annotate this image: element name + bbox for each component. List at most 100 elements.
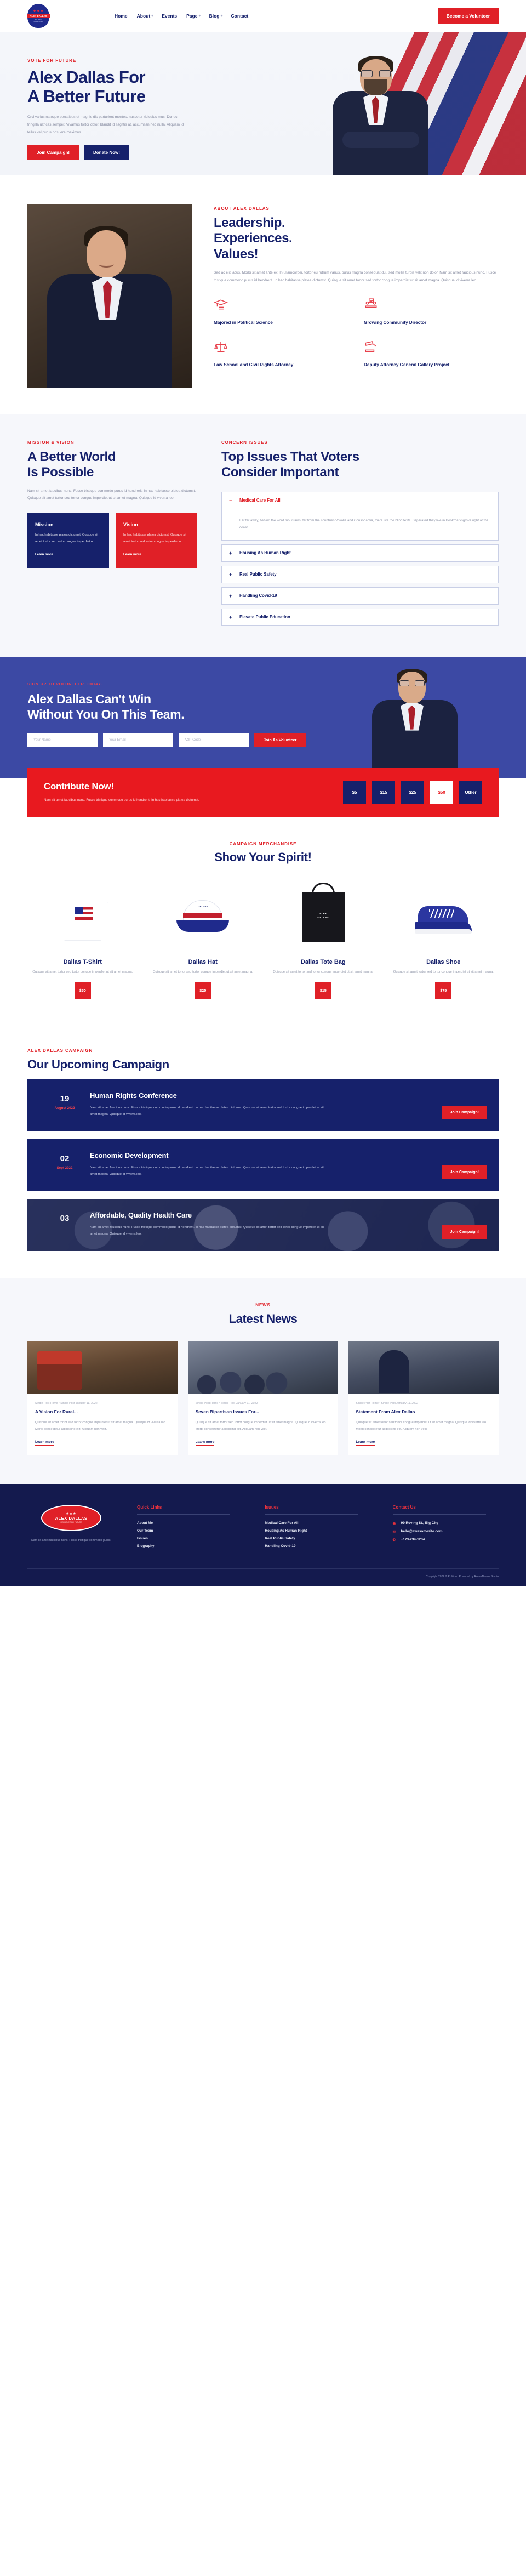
- phone-icon: ✆: [392, 1538, 396, 1542]
- donation-amount-other[interactable]: Other: [459, 781, 482, 804]
- event-date: 03: [39, 1211, 90, 1226]
- product-card[interactable]: Dallas Shoe Quisque sit amet tortor sed …: [388, 881, 499, 999]
- contribute-description: Nam sit amet faucibus nunc. Fusce tristi…: [44, 799, 199, 803]
- footer-link-our-team[interactable]: Our Team: [137, 1529, 243, 1533]
- qualification-item: Law School and Civil Rights Attorney: [214, 340, 348, 369]
- events-eyebrow: ALEX DALLAS CAMPAIGN: [27, 1048, 93, 1053]
- mission-card: Mission In hac habitasse platea dictumst…: [27, 513, 109, 568]
- event-join-campaign-button[interactable]: Join Campaign!: [442, 1225, 487, 1239]
- events-section: ALEX DALLAS CAMPAIGN Our Upcoming Campai…: [0, 1026, 526, 1278]
- product-description: Quisque sit amet tortor sed tortor congu…: [273, 970, 374, 974]
- news-card[interactable]: Single Post Home • Single Post January 1…: [27, 1341, 178, 1455]
- hero-eyebrow: VOTE FOR FUTURE: [27, 58, 77, 63]
- plus-icon: +: [229, 571, 232, 577]
- donate-now-button[interactable]: Donate Now!: [84, 145, 129, 160]
- nav-item-blog[interactable]: Blog +: [209, 13, 223, 19]
- footer-logo[interactable]: ★★★ ALEX DALLAS RELIABLE FOR FUTURE: [41, 1504, 101, 1531]
- product-card[interactable]: DALLAS Dallas Hat Quisque sit amet torto…: [148, 881, 259, 999]
- logo-name: ALEX DALLAS: [27, 14, 50, 19]
- nav-item-page[interactable]: Page +: [186, 13, 201, 19]
- news-learn-more-link[interactable]: Learn more: [195, 1440, 215, 1446]
- product-price-button[interactable]: $50: [74, 982, 91, 999]
- accordion-item-covid: + Handling Covid-19: [221, 587, 499, 605]
- news-learn-more-link[interactable]: Learn more: [356, 1440, 375, 1446]
- event-date: 19 August 2022: [39, 1091, 90, 1110]
- site-logo[interactable]: ★★★ ALEX DALLAS RELIABLE FOR FUTURE: [27, 4, 52, 28]
- nav-item-contact[interactable]: Contact: [231, 13, 250, 19]
- news-headline: Statement From Alex Dallas: [356, 1409, 415, 1414]
- accordion-item-education: + Elevate Public Education: [221, 608, 499, 626]
- news-card[interactable]: Single Post Home • Single Post January 1…: [187, 1341, 339, 1455]
- donation-amount-options: $5 $15 $25 $50 Other: [343, 781, 482, 804]
- donation-amount-25[interactable]: $25: [401, 781, 424, 804]
- footer-link-housing[interactable]: Housing As Human Right: [265, 1529, 370, 1533]
- footer-link-about-me[interactable]: About Me: [137, 1521, 243, 1525]
- donation-amount-15[interactable]: $15: [372, 781, 395, 804]
- mission-description: Nam sit amet faucibus nunc. Fusce tristi…: [27, 488, 196, 501]
- accordion-header[interactable]: − Medical Care For All: [222, 492, 498, 509]
- footer-address[interactable]: ◉ 99 Roving St., Big City: [393, 1521, 499, 1526]
- news-headline: A Vision For Rural...: [35, 1409, 78, 1414]
- join-as-volunteer-button[interactable]: Join As Volunteer: [254, 732, 306, 747]
- scales-of-justice-icon: [214, 342, 227, 352]
- qualification-label: Growing Community Director: [364, 320, 427, 326]
- vision-card-title: Vision: [123, 521, 138, 527]
- footer-email[interactable]: ✉ hello@awesomesite.com: [393, 1529, 499, 1534]
- tshirt-icon: [57, 893, 108, 941]
- qualification-label: Deputy Attorney General Gallery Project: [364, 362, 450, 367]
- nav-item-home[interactable]: Home: [115, 13, 129, 19]
- become-volunteer-button[interactable]: Become a Volunteer: [437, 8, 499, 24]
- accordion-header[interactable]: + Elevate Public Education: [222, 609, 498, 625]
- accordion-title: Medical Care For All: [239, 498, 281, 503]
- nav-item-events[interactable]: Events: [162, 13, 178, 19]
- cap-icon: DALLAS: [176, 900, 230, 934]
- footer-link-biography[interactable]: Biography: [137, 1544, 243, 1548]
- news-card[interactable]: Single Post Home • Single Post January 1…: [348, 1341, 499, 1455]
- accordion-header[interactable]: + Handling Covid-19: [222, 588, 498, 604]
- event-join-campaign-button[interactable]: Join Campaign!: [442, 1165, 487, 1179]
- qualifications-list: Majored in Political Science Growing Com…: [214, 298, 499, 368]
- about-title: Leadership. Experiences. Values!: [214, 215, 499, 262]
- footer-address-text: 99 Roving St., Big City: [401, 1521, 438, 1526]
- nav-item-about[interactable]: About +: [137, 13, 154, 19]
- footer-link-covid[interactable]: Handling Covid-19: [265, 1544, 370, 1548]
- news-thumbnail: [348, 1341, 499, 1394]
- product-price-button[interactable]: $75: [435, 982, 452, 999]
- product-description: Quisque sit amet tortor sed tortor congu…: [32, 970, 133, 974]
- footer-phone[interactable]: ✆ +123-234-1234: [393, 1538, 499, 1542]
- mission-learn-more-link[interactable]: Learn more: [35, 553, 53, 558]
- product-image: [27, 881, 138, 953]
- join-campaign-button[interactable]: Join Campaign!: [27, 145, 79, 160]
- qualification-label: Law School and Civil Rights Attorney: [214, 362, 294, 367]
- footer-link-issues[interactable]: Issues: [137, 1537, 243, 1540]
- issues-accordion: − Medical Care For All Far far away, beh…: [221, 491, 499, 626]
- product-price-button[interactable]: $15: [315, 982, 331, 999]
- product-name: Dallas Shoe: [426, 958, 461, 965]
- chevron-down-icon: +: [151, 14, 154, 18]
- product-card[interactable]: Dallas T-Shirt Quisque sit amet tortor s…: [27, 881, 138, 999]
- vision-learn-more-link[interactable]: Learn more: [123, 553, 141, 558]
- accordion-title: Handling Covid-19: [239, 593, 277, 599]
- footer-link-medical-care[interactable]: Medical Care For All: [265, 1521, 370, 1525]
- volunteer-title-line1: Alex Dallas Can't Win: [27, 691, 151, 706]
- product-price-button[interactable]: $25: [195, 982, 211, 999]
- mission-title: A Better World Is Possible: [27, 450, 197, 481]
- footer-link-public-safety[interactable]: Real Public Safety: [265, 1537, 370, 1540]
- issues-title: Top Issues That Voters Consider Importan…: [221, 450, 499, 481]
- event-join-campaign-button[interactable]: Join Campaign!: [442, 1105, 487, 1119]
- news-grid: Single Post Home • Single Post January 1…: [27, 1341, 499, 1455]
- volunteer-zip-input[interactable]: [179, 732, 249, 747]
- envelope-icon: ✉: [392, 1529, 396, 1534]
- accordion-header[interactable]: + Real Public Safety: [222, 566, 498, 583]
- issues-eyebrow: CONCERN ISSUES: [221, 440, 268, 445]
- volunteer-email-input[interactable]: [103, 732, 173, 747]
- donation-amount-50[interactable]: $50: [430, 781, 453, 804]
- accordion-header[interactable]: + Housing As Human Right: [222, 545, 498, 561]
- event-month: Sept 2022: [56, 1165, 73, 1170]
- event-description: Nam sit amet faucibus nunc. Fusce tristi…: [90, 1225, 324, 1236]
- volunteer-name-input[interactable]: [27, 732, 98, 747]
- news-learn-more-link[interactable]: Learn more: [35, 1440, 54, 1446]
- news-meta: Single Post Home • Single Post January 1…: [35, 1401, 98, 1405]
- donation-amount-5[interactable]: $5: [343, 781, 366, 804]
- product-card[interactable]: ALEX DALLAS Dallas Tote Bag Quisque sit a…: [268, 881, 379, 999]
